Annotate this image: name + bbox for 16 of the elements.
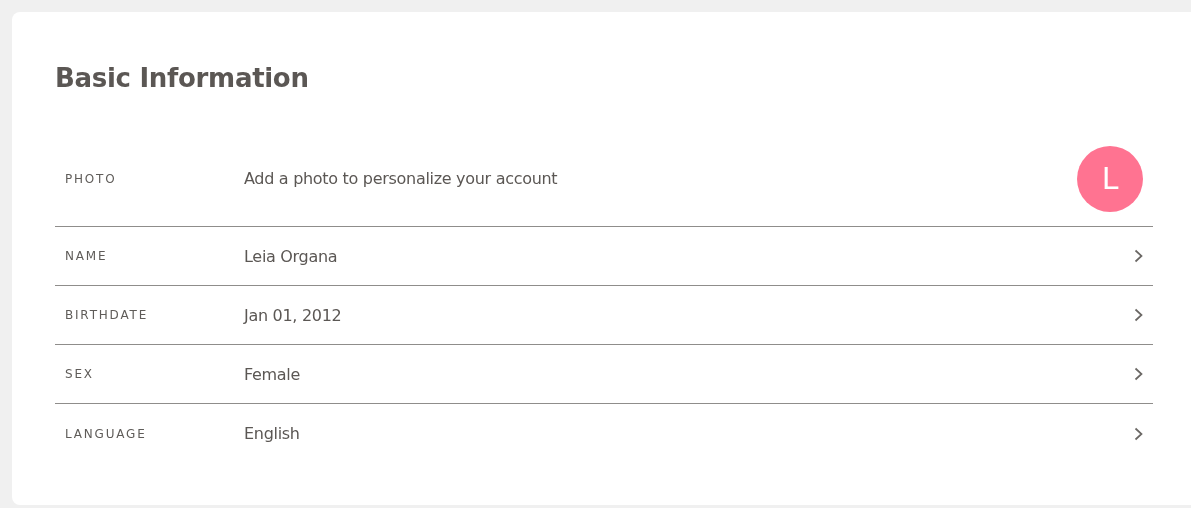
field-value: English — [244, 424, 301, 443]
chevron-right-icon[interactable] — [1134, 308, 1143, 322]
field-label: LANGUAGE — [65, 426, 148, 441]
chevron-right-icon[interactable] — [1134, 249, 1143, 263]
field-label: SEX — [65, 367, 95, 381]
section-title: Basic Information — [55, 62, 310, 95]
field-value: Female — [244, 364, 302, 384]
field-value: Jan 01, 2012 — [244, 305, 343, 325]
field-label: PHOTO — [65, 171, 118, 186]
photo-hint: Add a photo to personalize your account — [244, 169, 559, 188]
chevron-right-icon[interactable] — [1134, 367, 1143, 381]
field-label: BIRTHDATE — [65, 308, 149, 322]
chevron-right-icon[interactable] — [1134, 426, 1143, 441]
field-label: NAME — [65, 249, 109, 263]
avatar[interactable]: L — [1077, 145, 1143, 212]
field-value: Leia Organa — [244, 246, 339, 266]
